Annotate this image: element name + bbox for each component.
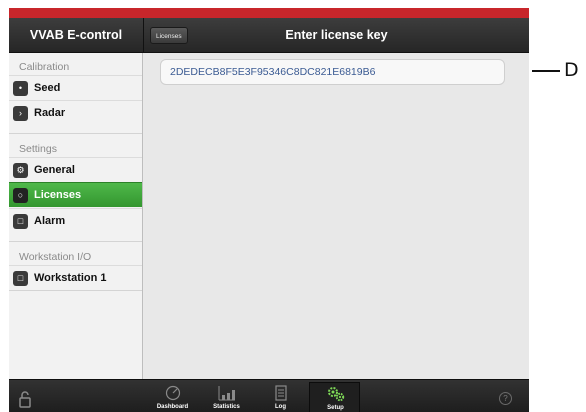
screenshot-stage: VVAB E-control Licenses Enter license ke… bbox=[0, 0, 586, 412]
section-divider bbox=[9, 290, 142, 291]
log-icon bbox=[275, 385, 287, 401]
tab-dashboard[interactable]: Dashboard bbox=[147, 382, 198, 412]
app-title: VVAB E-control bbox=[29, 28, 123, 42]
gear-icon: ⚙ bbox=[13, 163, 28, 178]
tab-bar: Dashboard Statistics Log Setup ? bbox=[9, 379, 529, 412]
navigation-bar: VVAB E-control Licenses Enter license ke… bbox=[9, 18, 529, 53]
setup-gears-icon bbox=[328, 387, 345, 402]
top-accent-bar bbox=[9, 8, 529, 18]
tab-label: Statistics bbox=[213, 404, 240, 410]
sidebar-item-workstation-1[interactable]: □ Workstation 1 bbox=[9, 265, 142, 290]
section-divider bbox=[9, 241, 142, 242]
sidebar-item-radar[interactable]: › Radar bbox=[9, 100, 142, 125]
statistics-icon bbox=[218, 386, 235, 401]
workstation-icon: □ bbox=[13, 271, 28, 286]
radar-icon: › bbox=[13, 106, 28, 121]
sidebar-item-licenses[interactable]: ○ Licenses bbox=[9, 182, 142, 207]
dashboard-icon bbox=[165, 385, 181, 401]
tab-label: Setup bbox=[327, 405, 344, 411]
sidebar-item-alarm[interactable]: □ Alarm bbox=[9, 208, 142, 233]
tab-setup[interactable]: Setup bbox=[309, 382, 360, 412]
app-window: VVAB E-control Licenses Enter license ke… bbox=[9, 8, 529, 412]
help-icon[interactable]: ? bbox=[499, 392, 512, 405]
lock-icon[interactable] bbox=[19, 390, 31, 408]
sidebar-item-label: Radar bbox=[34, 107, 66, 119]
tab-log[interactable]: Log bbox=[255, 382, 306, 412]
tab-label: Log bbox=[275, 404, 286, 410]
section-divider bbox=[9, 133, 142, 134]
tab-label: Dashboard bbox=[156, 404, 189, 410]
sidebar-item-general[interactable]: ⚙ General bbox=[9, 157, 142, 182]
section-workstation-title: Workstation I/O bbox=[19, 251, 92, 263]
callout-label: D bbox=[564, 59, 579, 81]
sidebar-item-label: Licenses bbox=[34, 189, 82, 201]
sidebar-item-label: Alarm bbox=[34, 215, 66, 227]
main-content bbox=[144, 53, 529, 379]
seed-icon: • bbox=[13, 81, 28, 96]
sidebar-item-label: Seed bbox=[34, 82, 61, 94]
callout-line bbox=[532, 70, 560, 72]
page-title: Enter license key bbox=[285, 28, 388, 42]
sidebar-item-label: Workstation 1 bbox=[34, 272, 107, 284]
section-settings-title: Settings bbox=[19, 143, 57, 155]
sidebar-item-label: General bbox=[34, 164, 75, 176]
license-icon: ○ bbox=[13, 188, 28, 203]
section-calibration-title: Calibration bbox=[19, 61, 70, 73]
license-key-input[interactable] bbox=[160, 59, 505, 85]
sidebar-item-seed[interactable]: • Seed bbox=[9, 75, 142, 100]
sidebar: Calibration • Seed › Radar Settings ⚙ Ge… bbox=[9, 53, 143, 379]
alarm-icon: □ bbox=[13, 214, 28, 229]
tab-statistics[interactable]: Statistics bbox=[201, 382, 252, 412]
